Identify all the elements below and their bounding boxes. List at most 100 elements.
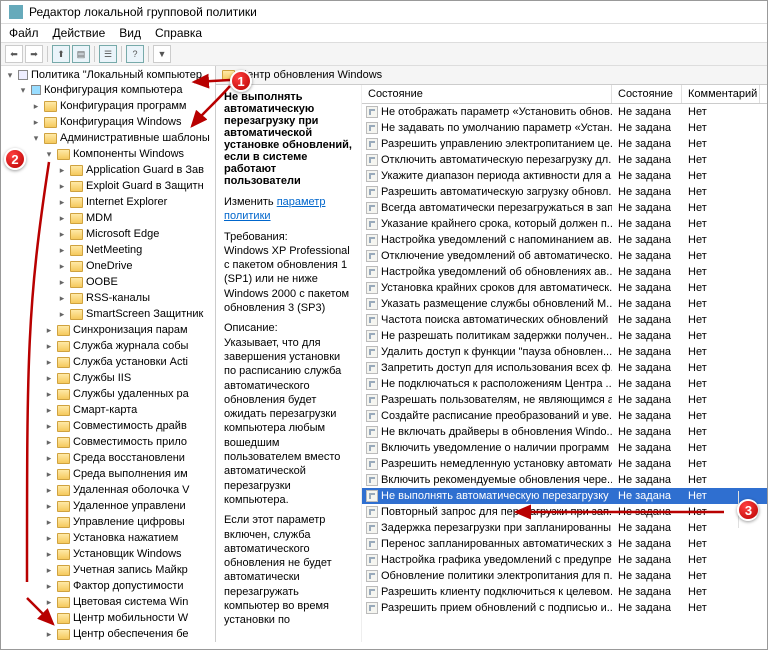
list-item[interactable]: Повторный запрос для перезагрузки при за…: [362, 504, 767, 520]
list-header: Состояние Состояние Комментарий 3: [362, 85, 767, 104]
tree-item[interactable]: ▸Application Guard в Зав: [53, 162, 215, 178]
list-item[interactable]: Отключение уведомлений об автоматическо.…: [362, 248, 767, 264]
tree-item[interactable]: ▸Учетная запись Майкр: [40, 562, 215, 578]
tree-item[interactable]: ▸NetMeeting: [53, 242, 215, 258]
menu-help[interactable]: Справка: [155, 26, 202, 40]
list-item[interactable]: Не включать драйверы в обновления Windo.…: [362, 424, 767, 440]
folder-icon: [57, 453, 70, 464]
breadcrumb: Центр обновления Windows: [239, 69, 382, 81]
toolbar-fwd-icon[interactable]: ➡: [25, 45, 43, 63]
list-item[interactable]: Разрешить управлению электропитанием це.…: [362, 136, 767, 152]
toolbar-back-icon[interactable]: ⬅: [5, 45, 23, 63]
setting-icon: [366, 458, 378, 470]
list-item[interactable]: Укажите диапазон периода активности для …: [362, 168, 767, 184]
column-state[interactable]: Состояние: [362, 85, 612, 103]
list-item[interactable]: Удалить доступ к функции "пауза обновлен…: [362, 344, 767, 360]
tree-item[interactable]: ▸Службы IIS: [40, 370, 215, 386]
tree-item[interactable]: ▸Служба установки Acti: [40, 354, 215, 370]
toolbar-filter-icon[interactable]: ▼: [153, 45, 171, 63]
list-item[interactable]: Не задавать по умолчанию параметр «Устан…: [362, 120, 767, 136]
column-status[interactable]: Состояние: [612, 85, 682, 103]
list-item[interactable]: Настройка графика уведомлений с предупре…: [362, 552, 767, 568]
list-item[interactable]: Запретить доступ для использования всех …: [362, 360, 767, 376]
list-item[interactable]: Разрешить клиенту подключиться к целевом…: [362, 584, 767, 600]
policy-list[interactable]: Состояние Состояние Комментарий 3 Не ото…: [362, 85, 767, 642]
tree-item[interactable]: ▸Центр обеспечения бе: [40, 626, 215, 642]
tree-item[interactable]: ▸Совместимость драйв: [40, 418, 215, 434]
menu-file[interactable]: Файл: [9, 26, 39, 40]
list-item[interactable]: Задержка перезагрузки при запланированны…: [362, 520, 767, 536]
tree-item[interactable]: ▸MDM: [53, 210, 215, 226]
list-item[interactable]: Настройка уведомлений об обновлениях ав.…: [362, 264, 767, 280]
list-item[interactable]: Частота поиска автоматических обновлений…: [362, 312, 767, 328]
list-item[interactable]: Отключить автоматическую перезагрузку дл…: [362, 152, 767, 168]
tree-windows-config[interactable]: ▸Конфигурация Windows: [27, 114, 215, 130]
menu-action[interactable]: Действие: [53, 26, 106, 40]
folder-icon: [57, 533, 70, 544]
folder-icon: [70, 229, 83, 240]
list-item[interactable]: Разрешить немедленную установку автомати…: [362, 456, 767, 472]
column-comment[interactable]: Комментарий: [682, 85, 760, 103]
toolbar-up-icon[interactable]: ⬆: [52, 45, 70, 63]
list-item[interactable]: Настройка уведомлений с напоминанием ав.…: [362, 232, 767, 248]
list-item[interactable]: Не подключаться к расположениям Центра .…: [362, 376, 767, 392]
nav-tree[interactable]: ▾ Политика "Локальный компьютер ▾ Конфиг…: [1, 66, 216, 642]
tree-item[interactable]: ▸Синхронизация парам: [40, 322, 215, 338]
tree-item[interactable]: ▸Microsoft Edge: [53, 226, 215, 242]
toolbar-properties-icon[interactable]: ▤: [72, 45, 90, 63]
list-item[interactable]: Разрешать пользователям, не являющимся а…: [362, 392, 767, 408]
list-item[interactable]: Создайте расписание преобразований и уве…: [362, 408, 767, 424]
folder-icon: [57, 421, 70, 432]
tree-item[interactable]: ▸Среда выполнения им: [40, 466, 215, 482]
list-item[interactable]: Включить рекомендуемые обновления чере..…: [362, 472, 767, 488]
setting-icon: [366, 106, 378, 118]
tree-item[interactable]: ▸Управление цифровы: [40, 514, 215, 530]
tree-item[interactable]: ▸Удаленное управлени: [40, 498, 215, 514]
tree-item[interactable]: ▸Удаленная оболочка V: [40, 482, 215, 498]
menu-bar: Файл Действие Вид Справка: [1, 24, 767, 42]
list-item[interactable]: Не разрешать политикам задержки получен.…: [362, 328, 767, 344]
list-item[interactable]: Всегда автоматически перезагружаться в з…: [362, 200, 767, 216]
list-item[interactable]: Обновление политики электропитания для п…: [362, 568, 767, 584]
tree-item[interactable]: ▸OOBE: [53, 274, 215, 290]
tree-item[interactable]: ▸Совместимость прило: [40, 434, 215, 450]
tree-item[interactable]: ▸Службы удаленных ра: [40, 386, 215, 402]
tree-computer-config[interactable]: ▾ Конфигурация компьютера: [14, 82, 215, 98]
tree-item[interactable]: ▸Центр мобильности W: [40, 610, 215, 626]
list-item[interactable]: Не выполнять автоматическую перезагрузку…: [362, 488, 767, 504]
tree-item[interactable]: ▸RSS-каналы: [53, 290, 215, 306]
folder-icon: [70, 261, 83, 272]
list-item[interactable]: Разрешить прием обновлений с подписью и.…: [362, 600, 767, 616]
list-item[interactable]: Установка крайних сроков для автоматичес…: [362, 280, 767, 296]
setting-icon: [366, 282, 378, 294]
tree-item[interactable]: ▸Internet Explorer: [53, 194, 215, 210]
list-item[interactable]: Включить уведомление о наличии программН…: [362, 440, 767, 456]
tree-program-config[interactable]: ▸Конфигурация программ: [27, 98, 215, 114]
policy-root-icon: [18, 70, 28, 80]
toolbar-help-icon[interactable]: ?: [126, 45, 144, 63]
list-item[interactable]: Указание крайнего срока, который должен …: [362, 216, 767, 232]
tree-windows-components[interactable]: ▾Компоненты Windows: [40, 146, 215, 162]
list-item[interactable]: Не отображать параметр «Установить обнов…: [362, 104, 767, 120]
list-item[interactable]: Разрешить автоматическую загрузку обновл…: [362, 184, 767, 200]
list-item[interactable]: Указать размещение службы обновлений М..…: [362, 296, 767, 312]
tree-item[interactable]: ▸Цветовая система Win: [40, 594, 215, 610]
tree-item[interactable]: ▸Служба журнала собы: [40, 338, 215, 354]
list-item[interactable]: Перенос запланированных автоматических з…: [362, 536, 767, 552]
tree-item[interactable]: ▸Установка нажатием: [40, 530, 215, 546]
tree-root[interactable]: ▾ Политика "Локальный компьютер: [1, 68, 215, 82]
tree-item[interactable]: ▸Смарт-карта: [40, 402, 215, 418]
setting-icon: [366, 298, 378, 310]
tree-item[interactable]: ▸Фактор допустимости: [40, 578, 215, 594]
address-bar: Центр обновления Windows 1: [216, 66, 767, 85]
folder-icon: [57, 549, 70, 560]
tree-admin-templates[interactable]: ▾Административные шаблоны: [27, 130, 215, 146]
tree-item[interactable]: ▸Установщик Windows: [40, 546, 215, 562]
tree-item[interactable]: ▸SmartScreen Защитник: [53, 306, 215, 322]
folder-icon: [57, 581, 70, 592]
tree-item[interactable]: ▸Exploit Guard в Защитн: [53, 178, 215, 194]
tree-item[interactable]: ▸Среда восстановлени: [40, 450, 215, 466]
tree-item[interactable]: ▸OneDrive: [53, 258, 215, 274]
menu-view[interactable]: Вид: [119, 26, 141, 40]
toolbar-list-icon[interactable]: ☰: [99, 45, 117, 63]
